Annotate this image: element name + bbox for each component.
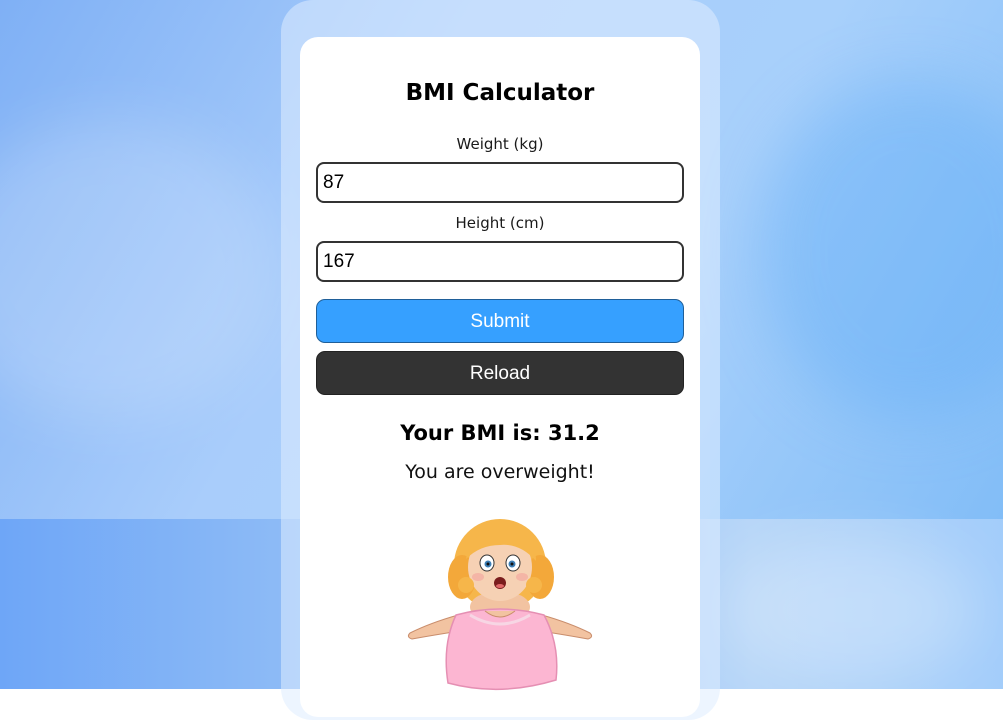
submit-button[interactable]: Submit <box>316 299 684 343</box>
weight-label: Weight (kg) <box>456 135 544 153</box>
reload-button[interactable]: Reload <box>316 351 684 395</box>
overweight-character-illustration <box>407 519 593 691</box>
calculator-card: BMI Calculator Weight (kg) Height (cm) S… <box>300 37 700 717</box>
page-title: BMI Calculator <box>405 80 595 106</box>
bmi-message: You are overweight! <box>405 461 595 483</box>
bmi-result: Your BMI is: 31.2 <box>400 421 600 445</box>
height-label: Height (cm) <box>455 214 545 232</box>
height-input[interactable] <box>316 241 684 282</box>
weight-input[interactable] <box>316 162 684 203</box>
